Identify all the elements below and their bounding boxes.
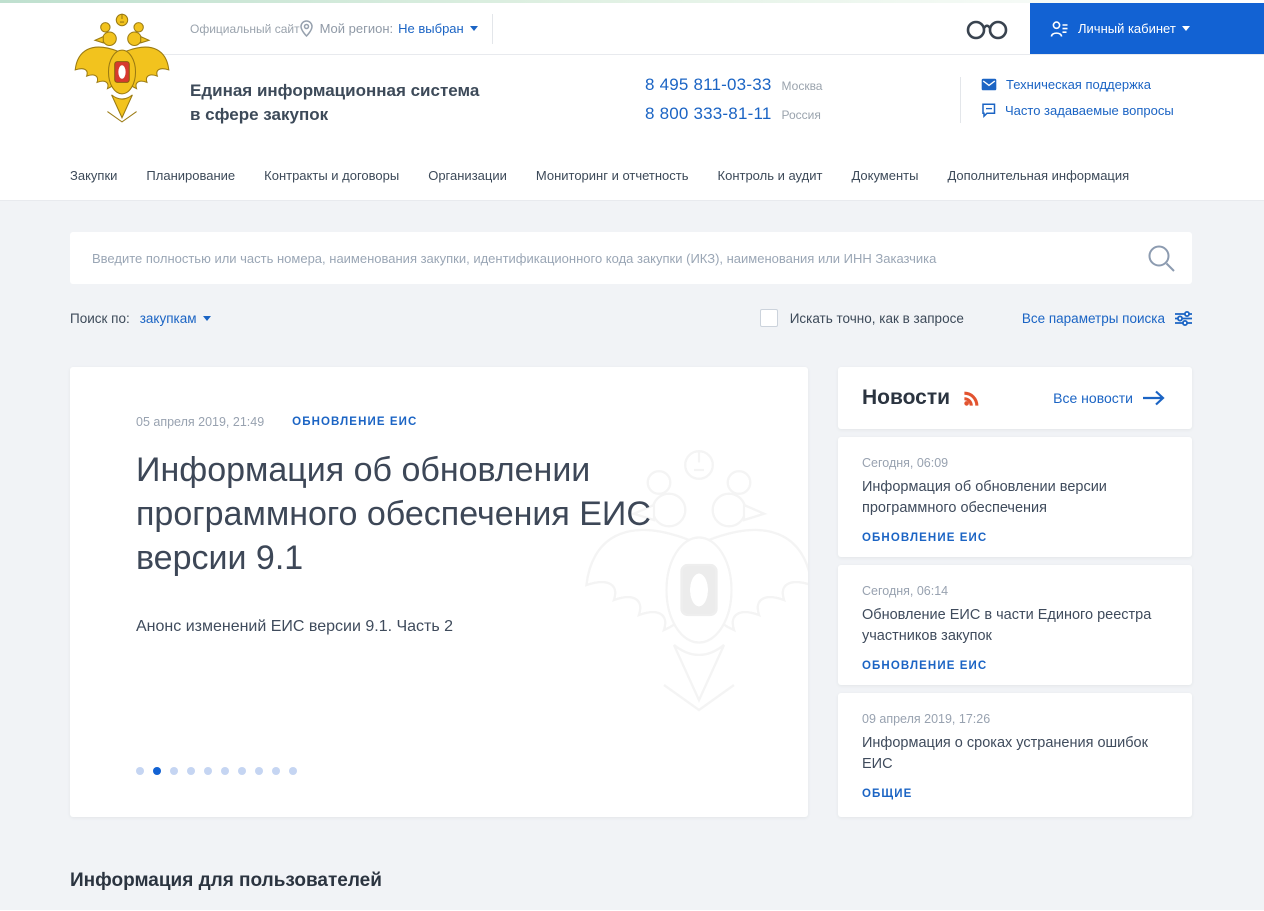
faq-link[interactable]: Часто задаваемые вопросы bbox=[981, 103, 1174, 118]
news-carousel-card: 05 апреля 2019, 21:49 ОБНОВЛЕНИЕ ЕИС Инф… bbox=[70, 367, 808, 817]
nav-item-kontrol[interactable]: Контроль и аудит bbox=[718, 168, 823, 183]
news-item-title[interactable]: Информация об обновлении версии программ… bbox=[862, 477, 1168, 519]
carousel-subtitle[interactable]: Анонс изменений ЕИС версии 9.1. Часть 2 bbox=[136, 618, 808, 636]
topbar: Официальный сайт Мой регион: Не выбран Л… bbox=[145, 3, 1264, 55]
search-scope-select[interactable]: закупкам bbox=[140, 311, 211, 326]
all-news-label: Все новости bbox=[1053, 390, 1133, 406]
all-search-params-link[interactable]: Все параметры поиска bbox=[1022, 311, 1192, 326]
exact-match-checkbox[interactable] bbox=[759, 309, 778, 327]
news-list-item[interactable]: 09 апреля 2019, 17:26 Информация о срока… bbox=[838, 693, 1192, 817]
carousel-dot-6[interactable] bbox=[221, 767, 229, 775]
faq-label: Часто задаваемые вопросы bbox=[1005, 103, 1174, 118]
header-right-column: Официальный сайт Мой регион: Не выбран Л… bbox=[145, 3, 1264, 150]
main-nav: Закупки Планирование Контракты и договор… bbox=[0, 150, 1264, 201]
carousel-dots bbox=[136, 767, 306, 775]
nav-item-dop-informaciya[interactable]: Дополнительная информация bbox=[947, 168, 1129, 183]
search-scope-label: Поиск по: bbox=[70, 310, 130, 326]
topbar-divider bbox=[491, 13, 493, 44]
tech-support-link[interactable]: Техническая поддержка bbox=[981, 77, 1174, 92]
support-links: Техническая поддержка Часто задаваемые в… bbox=[961, 75, 1174, 150]
site-title: Единая информационная система в сфере за… bbox=[190, 75, 645, 150]
news-item-date: Сегодня, 06:09 bbox=[862, 456, 949, 470]
nav-item-dokumenty[interactable]: Документы bbox=[851, 168, 918, 183]
nav-item-planirovanie[interactable]: Планирование bbox=[146, 168, 235, 183]
search-scope-value: закупкам bbox=[139, 310, 197, 326]
page-header: Официальный сайт Мой регион: Не выбран Л… bbox=[0, 3, 1264, 150]
carousel-tag[interactable]: ОБНОВЛЕНИЕ ЕИС bbox=[292, 416, 417, 428]
carousel-title[interactable]: Информация об обновлении программного об… bbox=[136, 448, 736, 580]
phone-line-russia: 8 800 333-81-11 Россия bbox=[645, 104, 960, 124]
carousel-dot-10[interactable] bbox=[289, 767, 297, 775]
region-label: Мой регион: bbox=[319, 21, 394, 36]
coat-of-arms-logo[interactable] bbox=[70, 11, 174, 133]
main-content: Поиск по: закупкам Искать точно, как в з… bbox=[0, 201, 1264, 910]
news-item-tag[interactable]: ОБНОВЛЕНИЕ ЕИС bbox=[862, 532, 987, 544]
rss-icon[interactable] bbox=[963, 390, 980, 407]
users-info-heading: Информация для пользователей bbox=[70, 870, 382, 891]
personal-account-button[interactable]: Личный кабинет bbox=[1030, 3, 1264, 54]
glasses-icon bbox=[966, 20, 1008, 39]
caret-down-icon bbox=[1181, 26, 1190, 35]
caret-down-icon bbox=[202, 315, 211, 325]
news-list-item[interactable]: Сегодня, 06:14 Обновление ЕИС в части Ед… bbox=[838, 565, 1192, 685]
carousel-dot-5[interactable] bbox=[204, 767, 212, 775]
news-item-tag[interactable]: ОБЩИЕ bbox=[862, 788, 912, 800]
phone-region-label: Россия bbox=[781, 108, 821, 122]
official-site-label: Официальный сайт bbox=[190, 21, 300, 36]
news-item-date: Сегодня, 06:14 bbox=[862, 584, 949, 598]
filter-sliders-icon bbox=[1175, 310, 1192, 326]
personal-account-label: Личный кабинет bbox=[1078, 21, 1176, 36]
logo-column bbox=[0, 3, 145, 150]
phone-line-moscow: 8 495 811-03-33 Москва bbox=[645, 75, 960, 95]
news-header: Новости Все новости bbox=[838, 367, 1192, 429]
site-title-line1: Единая информационная система bbox=[190, 81, 480, 100]
news-item-tag[interactable]: ОБНОВЛЕНИЕ ЕИС bbox=[862, 660, 987, 672]
region-value[interactable]: Не выбран bbox=[398, 21, 464, 36]
carousel-dot-3[interactable] bbox=[170, 767, 178, 775]
search-icon bbox=[1148, 245, 1175, 272]
content-row: 05 апреля 2019, 21:49 ОБНОВЛЕНИЕ ЕИС Инф… bbox=[70, 367, 1192, 817]
nav-item-monitoring[interactable]: Мониторинг и отчетность bbox=[536, 168, 689, 183]
news-item-title[interactable]: Обновление ЕИС в части Единого реестра у… bbox=[862, 605, 1168, 647]
nav-item-zakupki[interactable]: Закупки bbox=[70, 168, 117, 183]
nav-item-kontrakty[interactable]: Контракты и договоры bbox=[264, 168, 399, 183]
news-list-item[interactable]: Сегодня, 06:09 Информация об обновлении … bbox=[838, 437, 1192, 557]
tech-support-label: Техническая поддержка bbox=[1006, 77, 1151, 92]
nav-item-organizacii[interactable]: Организации bbox=[428, 168, 507, 183]
phones-block: 8 495 811-03-33 Москва 8 800 333-81-11 Р… bbox=[645, 75, 960, 150]
carousel-meta: 05 апреля 2019, 21:49 ОБНОВЛЕНИЕ ЕИС bbox=[136, 415, 808, 429]
site-title-line2: в сфере закупок bbox=[190, 105, 329, 124]
caret-down-icon bbox=[469, 26, 478, 35]
header-main-row: Единая информационная система в сфере за… bbox=[145, 55, 1264, 150]
carousel-dot-1[interactable] bbox=[136, 767, 144, 775]
carousel-dot-8[interactable] bbox=[255, 767, 263, 775]
mail-icon bbox=[981, 78, 997, 91]
accessibility-version-button[interactable] bbox=[964, 15, 1010, 43]
user-icon bbox=[1050, 20, 1068, 37]
exact-match-group[interactable]: Искать точно, как в запросе bbox=[759, 309, 964, 327]
faq-icon bbox=[982, 103, 996, 118]
carousel-dot-2[interactable] bbox=[153, 767, 161, 775]
carousel-dot-7[interactable] bbox=[238, 767, 246, 775]
carousel-dot-4[interactable] bbox=[187, 767, 195, 775]
phone-number[interactable]: 8 800 333-81-11 bbox=[645, 104, 772, 124]
search-input[interactable] bbox=[70, 250, 1130, 266]
exact-match-label: Искать точно, как в запросе bbox=[789, 310, 964, 326]
carousel-dot-9[interactable] bbox=[272, 767, 280, 775]
news-item-title[interactable]: Информация о сроках устранения ошибок ЕИ… bbox=[862, 733, 1168, 775]
phone-region-label: Москва bbox=[781, 79, 823, 93]
search-box bbox=[70, 232, 1192, 284]
all-search-params-label: Все параметры поиска bbox=[1021, 310, 1165, 326]
search-options-row: Поиск по: закупкам Искать точно, как в з… bbox=[70, 309, 1192, 327]
carousel-date: 05 апреля 2019, 21:49 bbox=[136, 415, 265, 429]
phone-number[interactable]: 8 495 811-03-33 bbox=[645, 75, 772, 95]
search-button[interactable] bbox=[1130, 232, 1192, 284]
region-selector[interactable]: Мой регион: Не выбран bbox=[299, 20, 478, 37]
location-pin-icon bbox=[299, 20, 313, 37]
news-title: Новости bbox=[862, 386, 951, 409]
all-news-link[interactable]: Все новости bbox=[1053, 390, 1166, 406]
news-sidebar: Новости Все новости Сегодня, 06:09 Инфор… bbox=[838, 367, 1192, 817]
arrow-right-icon bbox=[1143, 390, 1165, 406]
news-item-date: 09 апреля 2019, 17:26 bbox=[862, 712, 991, 726]
